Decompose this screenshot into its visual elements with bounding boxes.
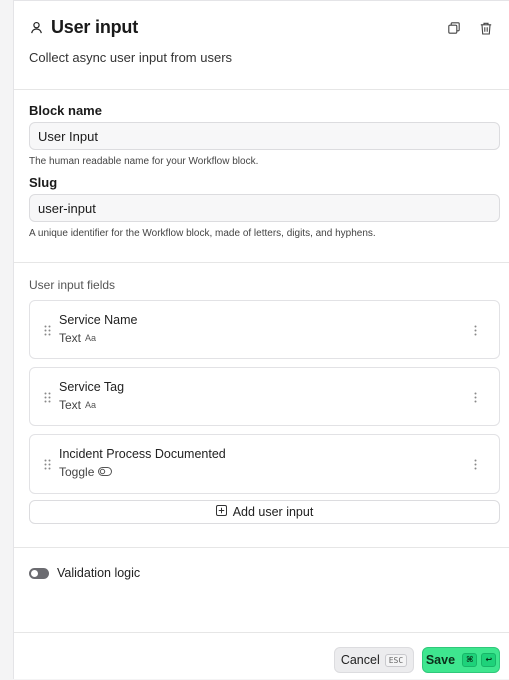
field-name: Service Tag [59, 380, 125, 394]
field-type: Text Aa [59, 398, 96, 412]
user-input-field-card[interactable]: Service Name Text Aa [29, 300, 500, 359]
block-name-label: Block name [29, 103, 102, 118]
block-settings-section: Block name The human readable name for y… [14, 90, 509, 263]
add-user-input-label: Add user input [232, 505, 314, 519]
add-user-input-button[interactable]: Add user input [29, 500, 500, 524]
validation-logic-label: Validation logic [57, 566, 141, 580]
page-subtitle: Collect async user input from users [29, 50, 233, 65]
field-type-label: Text [59, 331, 82, 345]
drag-handle-icon[interactable] [44, 323, 51, 341]
slug-label: Slug [29, 175, 58, 190]
user-input-fields-section: User input fields Service Name Text Aa S… [14, 263, 509, 548]
more-options-icon[interactable] [474, 323, 477, 341]
command-key-badge: ⌘ [462, 653, 478, 667]
cancel-button[interactable]: Cancel ESC [334, 647, 414, 673]
block-editor-panel: User input Collect async user input from… [13, 0, 509, 679]
panel-footer: Cancel ESC Save ⌘ ↩ [14, 632, 509, 680]
validation-logic-row: Validation logic [29, 566, 140, 580]
more-options-icon[interactable] [474, 390, 477, 408]
duplicate-icon[interactable] [447, 21, 461, 35]
field-type: Toggle [59, 465, 113, 479]
field-name: Service Name [59, 313, 138, 327]
slug-help: A unique identifier for the Workflow blo… [29, 228, 376, 239]
drag-handle-icon[interactable] [44, 390, 51, 408]
plus-square-icon [215, 505, 227, 519]
field-type-label: Toggle [59, 465, 95, 479]
save-button[interactable]: Save ⌘ ↩ [422, 647, 500, 673]
page-title: User input [51, 17, 139, 37]
user-input-field-card[interactable]: Incident Process Documented Toggle [29, 434, 500, 494]
header-actions [447, 21, 493, 35]
user-input-field-card[interactable]: Service Tag Text Aa [29, 367, 500, 426]
title-row: User input [29, 17, 138, 38]
block-name-input[interactable] [29, 122, 500, 150]
text-type-icon: Aa [85, 333, 97, 343]
drag-handle-icon[interactable] [44, 457, 51, 475]
block-name-help: The human readable name for your Workflo… [29, 156, 259, 167]
enter-key-badge: ↩ [481, 653, 497, 667]
cancel-label: Cancel [340, 653, 380, 667]
field-type-label: Text [59, 398, 82, 412]
user-input-fields-heading: User input fields [29, 278, 116, 292]
slug-input[interactable] [29, 194, 500, 222]
person-icon [29, 21, 43, 35]
text-type-icon: Aa [85, 400, 97, 410]
panel-header: User input Collect async user input from… [14, 1, 509, 90]
esc-shortcut-badge: ESC [384, 653, 408, 667]
field-name: Incident Process Documented [59, 447, 226, 461]
save-label: Save [425, 653, 456, 667]
more-options-icon[interactable] [474, 457, 477, 475]
toggle-icon [98, 465, 113, 479]
trash-icon[interactable] [479, 21, 493, 35]
field-type: Text Aa [59, 331, 96, 345]
validation-logic-toggle[interactable] [29, 567, 49, 579]
